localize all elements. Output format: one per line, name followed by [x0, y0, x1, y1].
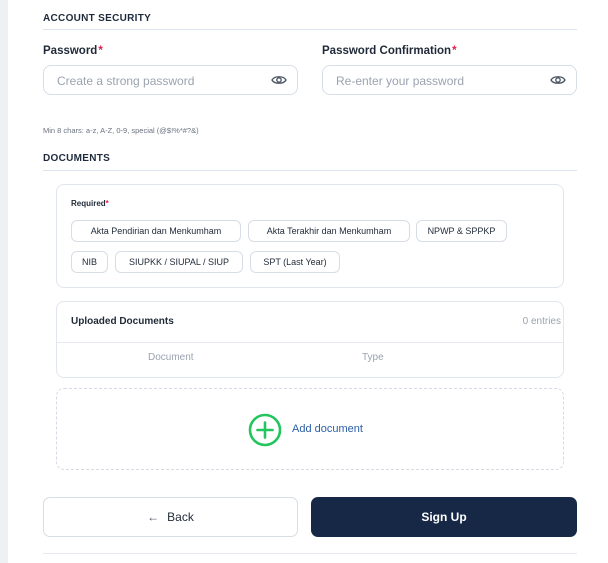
- required-asterisk: *: [98, 45, 103, 57]
- required-doc-chip: SPT (Last Year): [250, 251, 340, 273]
- password-label-text: Password: [43, 45, 98, 57]
- eye-icon[interactable]: [550, 73, 566, 87]
- required-doc-chip: NPWP & SPPKP: [416, 220, 507, 242]
- required-label: Required*: [71, 199, 109, 208]
- password-hint: Min 8 chars: a-z, A-Z, 0-9, special (@$!…: [43, 126, 199, 135]
- section-divider: [43, 170, 577, 171]
- required-doc-chip: Akta Terakhir dan Menkumham: [248, 220, 410, 242]
- left-rail: [0, 0, 8, 563]
- password-confirmation-label-text: Password Confirmation: [322, 45, 452, 57]
- entries-count: 0 entries: [522, 316, 561, 327]
- plus-circle-icon[interactable]: [248, 413, 282, 447]
- password-field[interactable]: Create a strong password: [43, 65, 298, 95]
- back-button[interactable]: ← Back: [43, 497, 298, 537]
- column-header-type: Type: [362, 352, 384, 363]
- section-divider: [43, 29, 577, 30]
- documents-title: DOCUMENTS: [43, 153, 111, 164]
- add-document-link[interactable]: Add document: [292, 423, 363, 435]
- column-header-document: Document: [148, 352, 194, 363]
- sign-up-button-label: Sign Up: [421, 510, 467, 524]
- password-confirmation-label: Password Confirmation*: [322, 45, 457, 57]
- required-doc-chip: Akta Pendirian dan Menkumham: [71, 220, 241, 242]
- required-doc-chip: NIB: [71, 251, 108, 273]
- uploaded-documents-table-header: [56, 342, 564, 377]
- sign-up-button[interactable]: Sign Up: [311, 497, 577, 537]
- arrow-left-icon: ←: [147, 510, 160, 524]
- back-button-label: Back: [167, 510, 194, 524]
- eye-icon[interactable]: [271, 73, 287, 87]
- password-placeholder: Create a strong password: [57, 74, 195, 88]
- password-confirmation-placeholder: Re-enter your password: [336, 74, 465, 88]
- password-confirmation-field[interactable]: Re-enter your password: [322, 65, 577, 95]
- bottom-divider: [43, 553, 577, 554]
- required-asterisk: *: [452, 45, 457, 57]
- required-label-text: Required: [71, 199, 106, 208]
- required-asterisk: *: [105, 199, 109, 208]
- uploaded-documents-title: Uploaded Documents: [71, 316, 174, 327]
- password-label: Password*: [43, 45, 103, 57]
- account-security-title: ACCOUNT SECURITY: [43, 13, 152, 24]
- required-doc-chip: SIUPKK / SIUPAL / SIUP: [115, 251, 243, 273]
